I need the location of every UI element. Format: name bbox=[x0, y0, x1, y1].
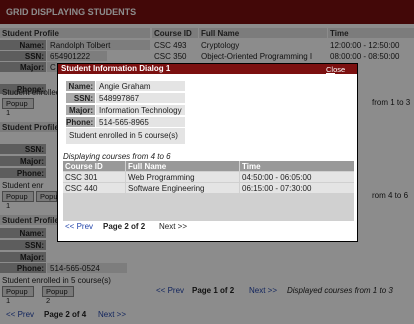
dialog-course-time-cell: 06:15:00 - 07:30:00 bbox=[240, 183, 354, 193]
dialog-ssn-value: 548997867 bbox=[96, 93, 185, 103]
dialog-ssn-label: SSN: bbox=[66, 93, 95, 103]
dialog-course-id-cell: CSC 440 bbox=[63, 183, 125, 193]
dialog-course-name-cell: Software Engineering bbox=[126, 183, 239, 193]
close-icon: X bbox=[326, 73, 336, 84]
dialog-major-label: Major: bbox=[66, 105, 95, 115]
dialog-page-indicator: Page 2 of 2 bbox=[103, 222, 146, 231]
dialog-time-header: Time bbox=[240, 161, 354, 171]
dialog-next-link[interactable]: Next >> bbox=[159, 222, 193, 232]
dialog-phone-value: 514-565-8965 bbox=[96, 117, 185, 127]
dialog-course-name-cell: Web Programming bbox=[126, 172, 239, 182]
dialog-full-name-header: Full Name bbox=[126, 161, 239, 171]
student-info-dialog: Student Information Dialog 1 Close X Nam… bbox=[57, 63, 358, 242]
dialog-phone-label: Phone: bbox=[66, 117, 95, 127]
dialog-close-button[interactable]: Close X bbox=[326, 64, 356, 84]
dialog-course-id-header: Course ID bbox=[63, 161, 125, 171]
dialog-enrolled-text: Student enrolled in 5 course(s) bbox=[66, 128, 185, 144]
dialog-major-value: Information Technology bbox=[96, 105, 185, 115]
dialog-title: Student Information Dialog 1 bbox=[61, 64, 171, 73]
dialog-titlebar: Student Information Dialog 1 bbox=[58, 64, 357, 74]
dialog-course-time-cell: 04:50:00 - 06:05:00 bbox=[240, 172, 354, 182]
dialog-prev-link[interactable]: << Prev bbox=[65, 222, 97, 232]
dialog-name-label: Name: bbox=[66, 81, 95, 91]
dialog-course-id-cell: CSC 301 bbox=[63, 172, 125, 182]
dialog-name-value: Angie Graham bbox=[96, 81, 185, 91]
